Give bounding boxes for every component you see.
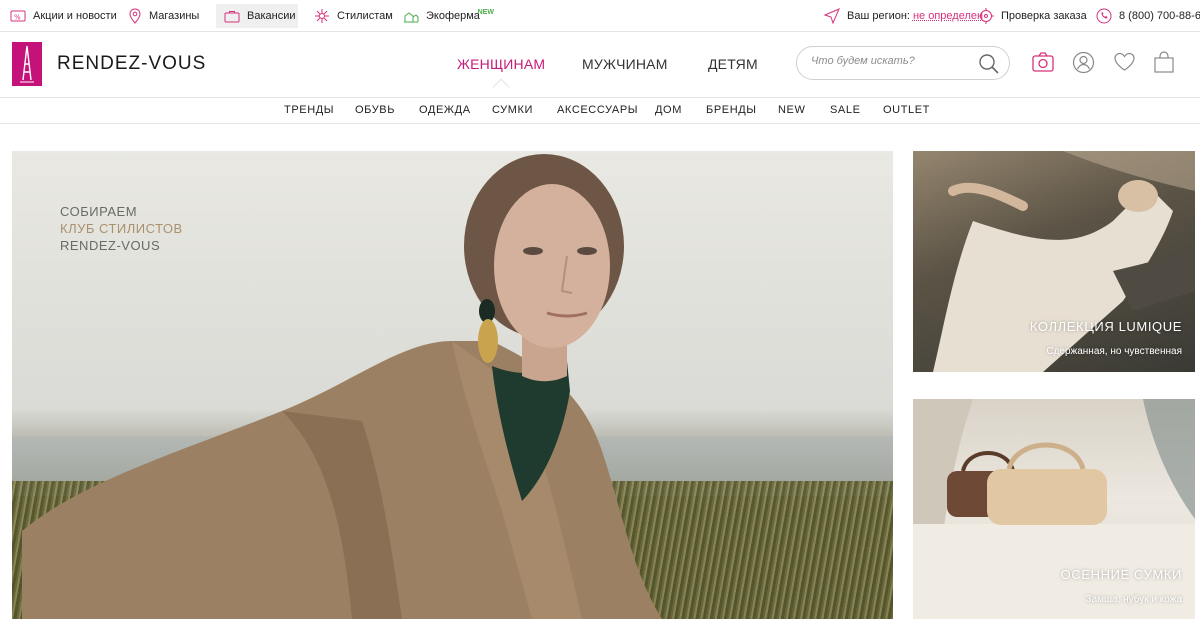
camera-icon[interactable] [1031, 51, 1055, 73]
nav-accessories[interactable]: АКСЕССУАРЫ [557, 104, 638, 116]
search-box [796, 46, 1010, 80]
vacancies-link[interactable]: Вакансии [216, 4, 298, 28]
svg-text:%: % [14, 14, 21, 22]
briefcase-icon [224, 11, 240, 23]
nav-trends[interactable]: ТРЕНДЫ [284, 104, 334, 116]
main-header: RENDEZ-VOUS ЖЕНЩИНАМ МУЖЧИНАМ ДЕТЯМ [0, 32, 1200, 98]
order-check-link[interactable]: Проверка заказа [978, 4, 1087, 28]
search-input[interactable] [811, 55, 971, 67]
user-icon[interactable] [1072, 51, 1095, 74]
eiffel-tower-icon [20, 45, 34, 83]
phone-number: 8 (800) 700-88-66 [1119, 10, 1200, 22]
hero-caption: СОБИРАЕМ КЛУБ СТИЛИСТОВ RENDEZ-VOUS [60, 203, 183, 254]
nav-bags[interactable]: СУМКИ [492, 104, 533, 116]
crosshair-icon [978, 8, 994, 24]
promo-card-autumn-bags[interactable]: ОСЕННИЕ СУМКИ Замша, нубук и кожа [913, 399, 1195, 619]
nav-sale[interactable]: SALE [830, 104, 861, 116]
sparkle-icon [315, 9, 329, 23]
category-nav: ТРЕНДЫ ОБУВЬ ОДЕЖДА СУМКИ АКСЕССУАРЫ ДОМ… [0, 98, 1200, 124]
nav-outlet[interactable]: OUTLET [883, 104, 930, 116]
stylists-link[interactable]: Стилистам [314, 4, 393, 28]
vacancies-label: Вакансии [247, 10, 296, 22]
lumique-model-image [913, 151, 1195, 372]
stores-label: Магазины [149, 10, 200, 22]
tab-women[interactable]: ЖЕНЩИНАМ [457, 56, 545, 72]
search-icon[interactable] [978, 53, 1000, 75]
card-lumique-subtitle: Сдержанная, но чувственная [1046, 346, 1182, 357]
card-bags-subtitle: Замша, нубук и кожа [1085, 594, 1182, 605]
eco-farm-link[interactable]: Экоферма NEW [403, 4, 494, 28]
nav-brands[interactable]: БРЕНДЫ [706, 104, 757, 116]
tab-men[interactable]: МУЖЧИНАМ [582, 56, 668, 72]
hero-caption-line2: КЛУБ СТИЛИСТОВ [60, 221, 183, 236]
nav-shoes[interactable]: ОБУВЬ [355, 104, 395, 116]
promo-card-lumique[interactable]: КОЛЛЕКЦИЯ LUMIQUE Сдержанная, но чувстве… [913, 151, 1195, 372]
heart-icon[interactable] [1113, 51, 1136, 73]
stores-link[interactable]: Магазины [128, 4, 199, 28]
promotions-label: Акции и новости [33, 10, 117, 22]
hero-banner[interactable]: СОБИРАЕМ КЛУБ СТИЛИСТОВ RENDEZ-VOUS [12, 151, 893, 619]
card-bags-title: ОСЕННИЕ СУМКИ [1060, 567, 1182, 582]
phone-icon [1096, 8, 1112, 24]
region-label: Ваш регион: [847, 10, 910, 22]
promotions-link[interactable]: % Акции и новости [10, 4, 117, 28]
eco-farm-label: Экоферма [426, 10, 480, 22]
order-check-label: Проверка заказа [1001, 10, 1087, 22]
shopping-bag-icon[interactable] [1153, 51, 1175, 74]
logo-mark[interactable] [12, 42, 42, 86]
region-value[interactable]: не определен [913, 10, 983, 22]
bags-image [913, 399, 1195, 619]
tab-kids[interactable]: ДЕТЯМ [708, 56, 758, 72]
card-lumique-title: КОЛЛЕКЦИЯ LUMIQUE [1029, 319, 1182, 334]
nav-home[interactable]: ДОМ [655, 104, 682, 116]
hero-caption-line3: RENDEZ-VOUS [60, 238, 161, 253]
map-pin-icon [129, 8, 141, 24]
new-badge: NEW [477, 9, 494, 16]
stylists-label: Стилистам [337, 10, 393, 22]
eco-farm-label-wrap: Экоферма NEW [426, 9, 494, 22]
nav-clothing[interactable]: ОДЕЖДА [419, 104, 471, 116]
logo-text[interactable]: RENDEZ-VOUS [57, 53, 206, 75]
percent-tag-icon: % [10, 10, 26, 22]
region-selector[interactable]: Ваш регион: не определен [824, 4, 983, 28]
eco-farm-icon [404, 12, 419, 23]
nav-new[interactable]: NEW [778, 104, 805, 116]
navigation-arrow-icon [824, 8, 840, 24]
hero-caption-line1: СОБИРАЕМ [60, 204, 138, 219]
utility-bar: % Акции и новости Магазины Вакансии Стил… [0, 0, 1200, 32]
phone-link[interactable]: 8 (800) 700-88-66 [1096, 4, 1200, 28]
